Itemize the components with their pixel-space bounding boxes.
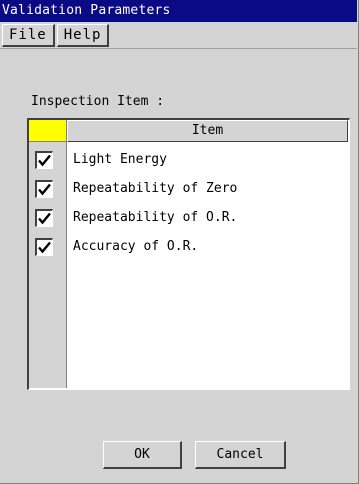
check-column-header [29,120,67,142]
menu-divider [0,48,357,49]
validation-parameters-window: Validation Parameters File Help Inspecti… [0,0,359,484]
menu-bar: File Help [2,24,110,47]
list-item-label: Accuracy of O.R. [73,239,199,254]
checkmark-icon [38,212,51,225]
help-menu-button[interactable]: Help [56,24,110,47]
list-item: Light Energy [29,148,348,172]
item-checkbox-light-energy[interactable] [35,151,53,169]
inspection-item-list: Item Light Energy Repeatability of Zero [27,118,350,390]
item-checkbox-repeatability-of-or[interactable] [35,209,53,227]
file-menu-button[interactable]: File [2,24,55,47]
checkmark-icon [38,183,51,196]
list-item-label: Repeatability of Zero [73,181,238,196]
item-column-header: Item [67,120,348,142]
list-item: Repeatability of O.R. [29,206,348,230]
ok-button[interactable]: OK [103,441,182,469]
inspection-item-label: Inspection Item : [31,94,165,109]
list-item-label: Light Energy [73,152,167,167]
item-checkbox-accuracy-of-or[interactable] [35,238,53,256]
cancel-button[interactable]: Cancel [195,441,286,469]
list-item-label: Repeatability of O.R. [73,210,238,225]
checkmark-icon [38,241,51,254]
checkmark-icon [38,154,51,167]
window-title: Validation Parameters [0,0,357,22]
list-item: Repeatability of Zero [29,177,348,201]
list-item: Accuracy of O.R. [29,235,348,259]
item-checkbox-repeatability-of-zero[interactable] [35,180,53,198]
